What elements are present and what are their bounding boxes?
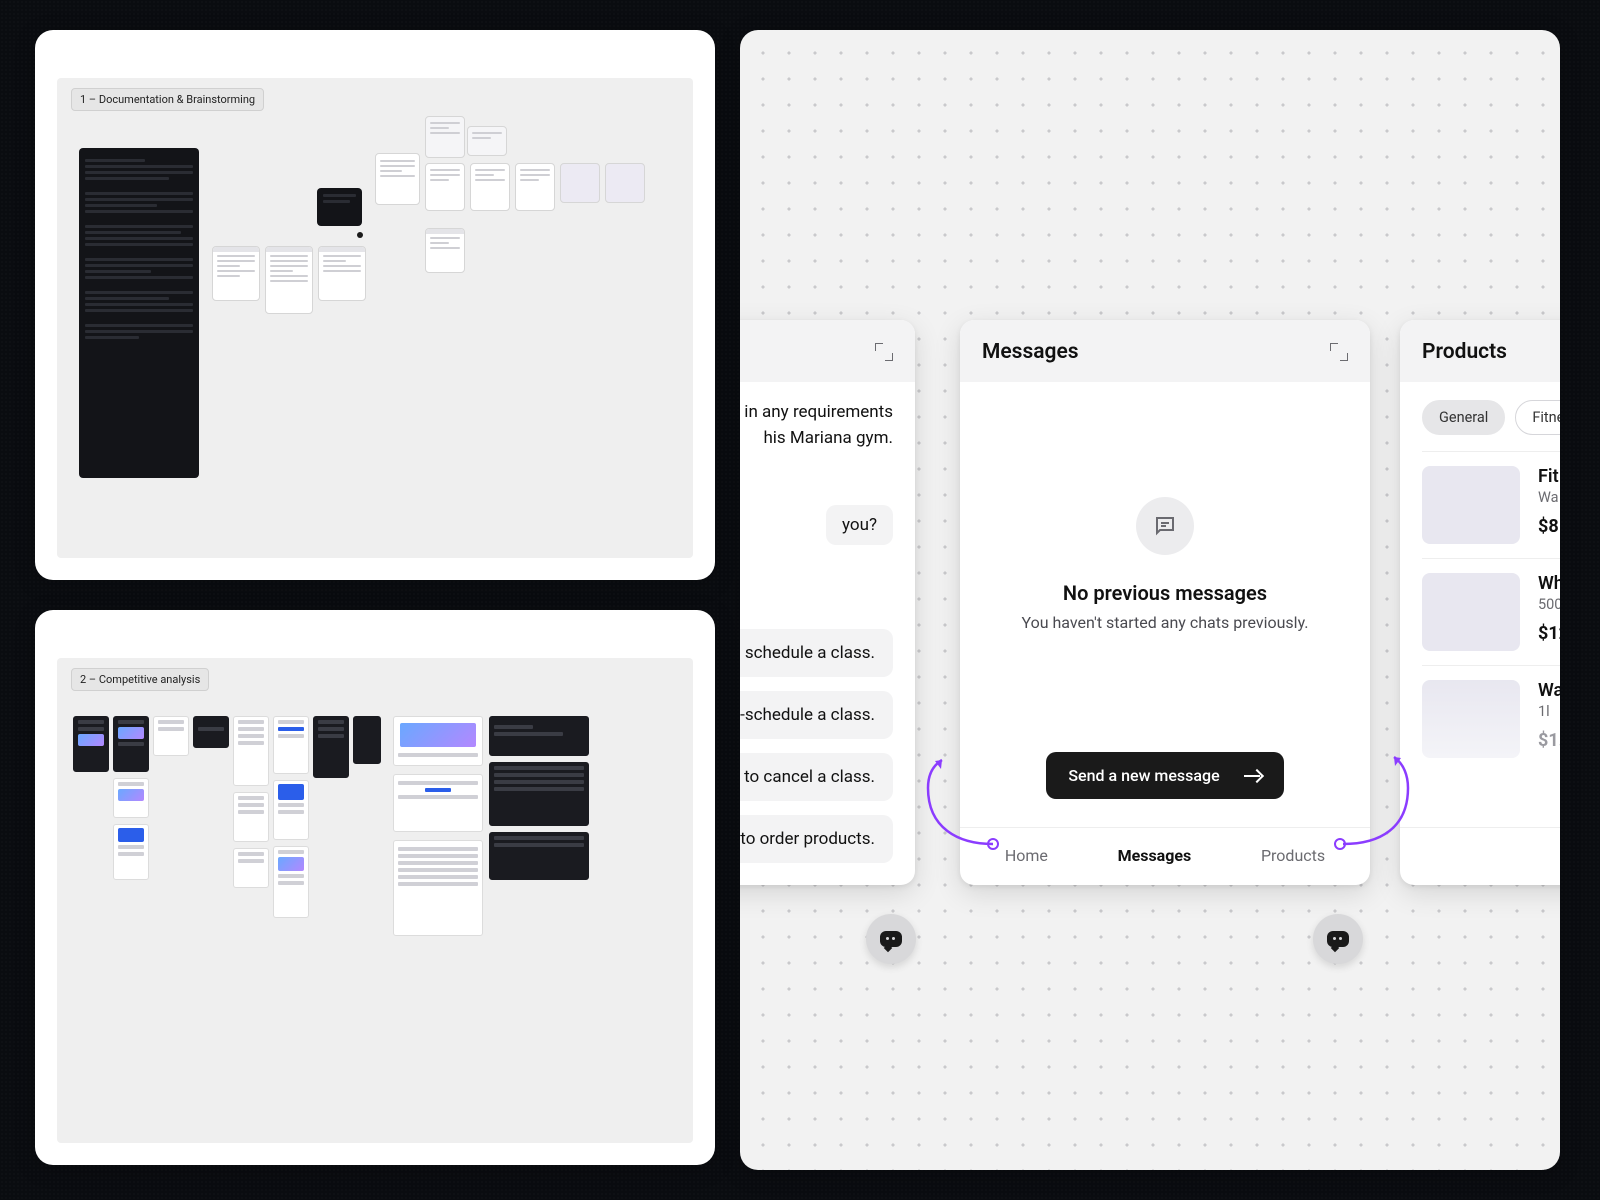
phone-products: Products General Fitness Fit Wa $8 Wh [1400, 320, 1560, 885]
tab-bar: Home [1400, 827, 1560, 885]
filter-general[interactable]: General [1422, 400, 1505, 435]
phone-body: No previous messages You haven't started… [960, 382, 1370, 827]
doc-dark [79, 148, 199, 478]
thumb [393, 774, 483, 832]
chat-intro: u in any requirements his Mariana gym. [740, 400, 893, 451]
connector-left [918, 758, 998, 848]
thumb [393, 716, 483, 766]
panel-bg: 2 – Competitive analysis [57, 658, 693, 1143]
mini-dark [317, 188, 362, 226]
card [425, 116, 465, 158]
chat-fab[interactable] [866, 914, 916, 964]
thumb [193, 716, 229, 748]
phone-title: Products [1422, 340, 1507, 364]
connector-right [1340, 754, 1420, 848]
cta-label: Send a new message [1068, 766, 1219, 785]
suggestion-chip[interactable]: t to order products. [740, 815, 893, 863]
tab-home[interactable]: Home [1005, 846, 1048, 865]
product-item[interactable]: Fit Wa $8 [1422, 451, 1560, 558]
thumb [233, 792, 269, 842]
thumb [489, 832, 589, 880]
card [470, 163, 510, 211]
card [425, 228, 465, 273]
thumb [489, 762, 589, 826]
panel-documentation: 1 – Documentation & Brainstorming [35, 30, 715, 580]
phone-title: Messages [982, 340, 1079, 364]
product-sub: Wa [1538, 489, 1559, 506]
thumb [233, 716, 269, 786]
empty-subtitle: You haven't started any chats previously… [1021, 613, 1308, 632]
thumb [113, 716, 149, 772]
note [318, 246, 366, 301]
thumb [273, 846, 309, 918]
phone-messages: Messages No previous messages You haven'… [960, 320, 1370, 885]
thumb [393, 840, 483, 936]
product-price: $1. [1538, 730, 1560, 751]
product-item[interactable]: Wh 500 $12 [1422, 558, 1560, 665]
panel-competitive: 2 – Competitive analysis [35, 610, 715, 1165]
chat-bubble: you? [826, 505, 893, 545]
thumb [113, 824, 149, 880]
design-canvas[interactable]: x u in any requirements his Mariana gym.… [740, 30, 1560, 1170]
expand-icon[interactable] [875, 343, 893, 361]
message-icon-circle [1136, 497, 1194, 555]
card [375, 153, 420, 205]
thumb [113, 778, 149, 818]
section-label-2: 2 – Competitive analysis [71, 668, 209, 691]
thumb [153, 716, 189, 756]
suggestion-chip[interactable]: re-schedule a class. [740, 691, 893, 739]
phone-header: Products [1400, 320, 1560, 382]
thumb [273, 716, 309, 774]
thumb [73, 716, 109, 772]
chat-fab[interactable] [1313, 914, 1363, 964]
product-name: Fit [1538, 466, 1559, 487]
card [605, 163, 645, 203]
product-name: Wa [1538, 680, 1560, 701]
phone-body: u in any requirements his Mariana gym. y… [740, 382, 915, 885]
product-image [1422, 573, 1520, 651]
phone-header: Messages [960, 320, 1370, 382]
phone-chat: x u in any requirements his Mariana gym.… [740, 320, 915, 885]
dot [357, 232, 363, 238]
phone-body: General Fitness Fit Wa $8 Wh 500 $12 [1400, 382, 1560, 827]
section-label-1: 1 – Documentation & Brainstorming [71, 88, 264, 111]
card [425, 163, 465, 211]
product-image [1422, 680, 1520, 758]
note [212, 246, 260, 301]
message-icon [1153, 514, 1177, 538]
product-sub: 500 [1538, 596, 1560, 613]
expand-icon[interactable] [1330, 343, 1348, 361]
phone-header: x [740, 320, 915, 382]
arrow-right-icon [1244, 770, 1262, 782]
suggestion-chip[interactable]: to schedule a class. [740, 629, 893, 677]
empty-state: No previous messages You haven't started… [982, 400, 1348, 748]
thumb [489, 716, 589, 756]
product-sub: 1l [1538, 703, 1560, 720]
product-image [1422, 466, 1520, 544]
empty-title: No previous messages [1063, 581, 1267, 605]
thumb [273, 780, 309, 840]
thumb [313, 716, 349, 778]
card [467, 126, 507, 156]
suggestion-chip[interactable]: nt to cancel a class. [740, 753, 893, 801]
card [515, 163, 555, 211]
product-name: Wh [1538, 573, 1560, 594]
thumb [233, 848, 269, 888]
thumb [353, 716, 381, 764]
filter-row: General Fitness [1422, 400, 1560, 451]
note [265, 246, 313, 314]
product-price: $12 [1538, 623, 1560, 644]
product-item[interactable]: Wa 1l $1. [1422, 665, 1560, 772]
filter-fitness[interactable]: Fitness [1515, 400, 1560, 435]
send-message-button[interactable]: Send a new message [1046, 752, 1283, 799]
tab-messages[interactable]: Messages [1118, 846, 1192, 865]
card [560, 163, 600, 203]
tab-products[interactable]: Products [1261, 846, 1325, 865]
tab-bar: Home Messages Products [960, 827, 1370, 885]
product-price: $8 [1538, 516, 1559, 537]
panel-bg: 1 – Documentation & Brainstorming [57, 78, 693, 558]
